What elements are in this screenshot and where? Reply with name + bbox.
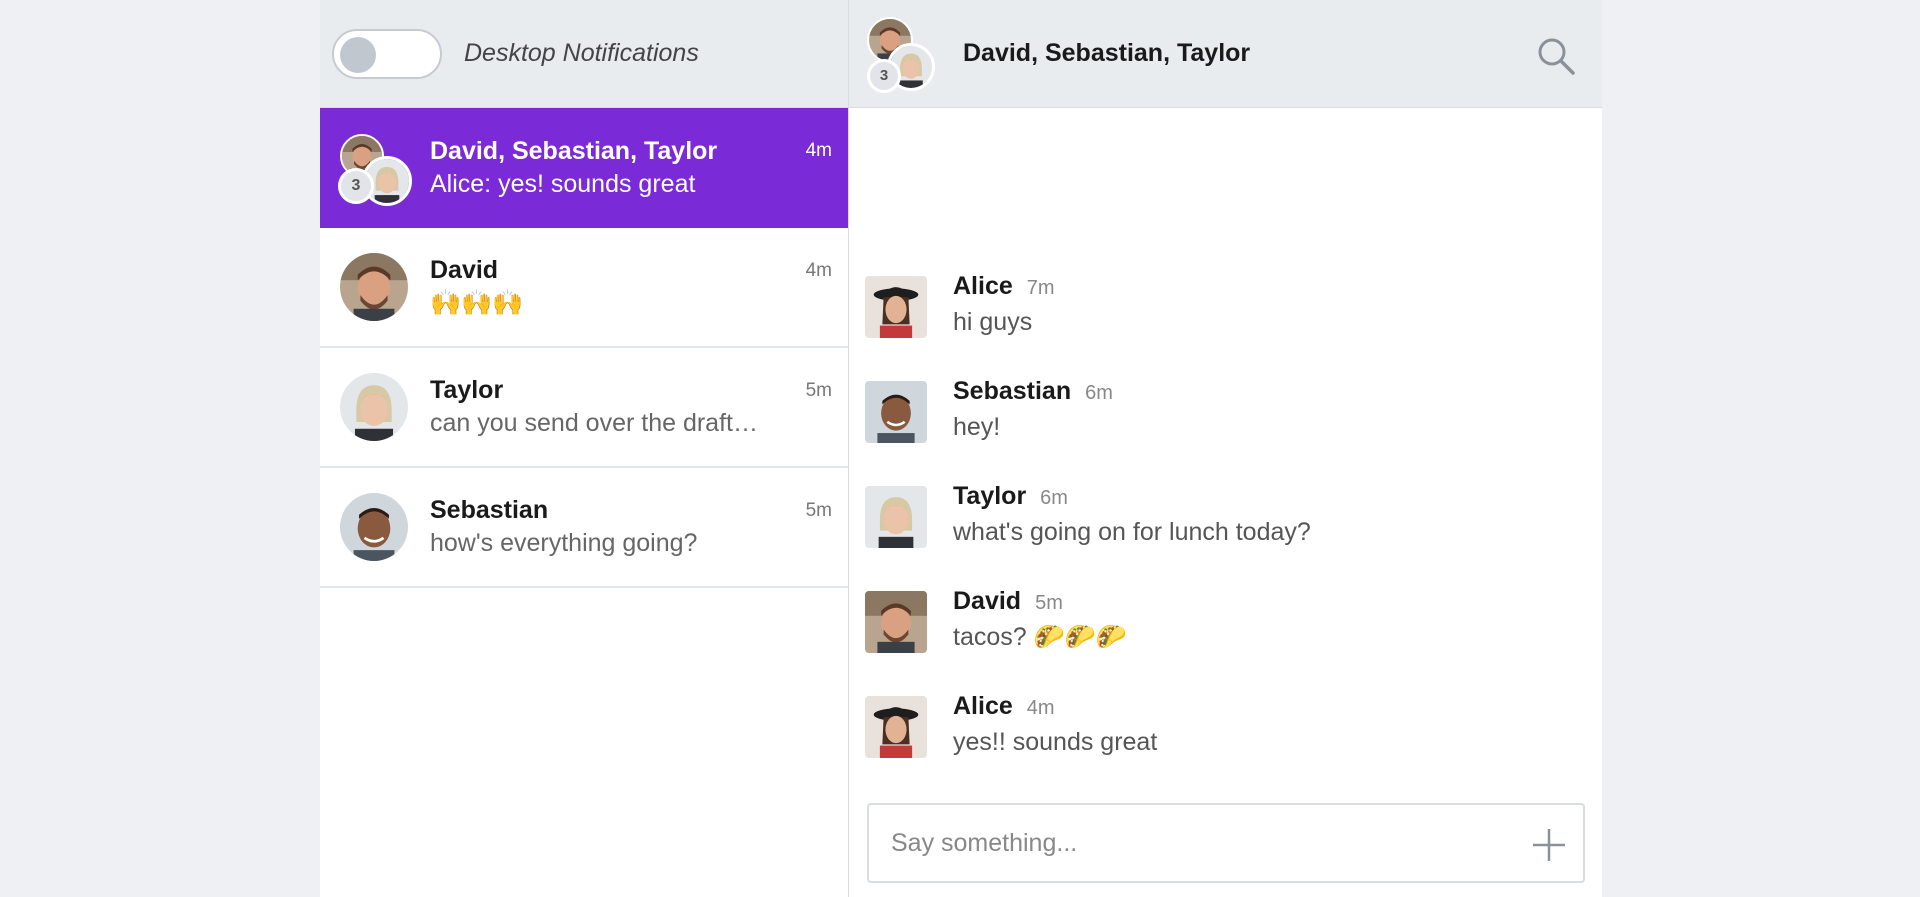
- search-icon[interactable]: [1536, 36, 1576, 76]
- chat-title: David, Sebastian, Taylor: [963, 39, 1251, 67]
- conversation-time: 5m: [805, 380, 832, 401]
- toggle-knob: [340, 36, 376, 73]
- chat-pane: 3 David, Sebastian, Taylor Alice 7m hi gu…: [849, 0, 1602, 897]
- conversation-item-sebastian[interactable]: Sebastian how's everything going? 5m: [320, 468, 848, 588]
- conversation-preview: how's everything going?: [430, 529, 698, 557]
- plus-icon[interactable]: [1529, 825, 1569, 865]
- conversation-name: David: [430, 256, 499, 284]
- avatar-taylor: [340, 373, 408, 441]
- avatar-taylor: [865, 486, 927, 548]
- message-item: Taylor 6m what's going on for lunch today…: [865, 478, 1602, 583]
- conversation-name: Taylor: [430, 376, 504, 404]
- notifications-toggle[interactable]: [332, 28, 442, 79]
- conversation-preview: Alice: yes! sounds great: [430, 170, 696, 198]
- message-text: what's going on for lunch today?: [953, 518, 1311, 546]
- conversation-item-david[interactable]: David 🙌🙌🙌 4m: [320, 228, 848, 348]
- message-input[interactable]: [889, 827, 1493, 859]
- message-item: Alice 4m yes!! sounds great: [865, 688, 1602, 793]
- avatar-david: [340, 253, 408, 321]
- conversation-sidebar: Desktop Notifications 3 David, Sebastian…: [320, 0, 849, 897]
- group-avatar: 3: [338, 134, 412, 206]
- messaging-app: Desktop Notifications 3 David, Sebastian…: [320, 0, 1602, 897]
- avatar-sebastian: [340, 493, 408, 561]
- message-composer: [867, 803, 1585, 883]
- message-text: hi guys: [953, 308, 1033, 336]
- avatar-david: [865, 591, 927, 653]
- message-author: Alice: [953, 272, 1013, 300]
- message-time: 6m: [1085, 382, 1113, 404]
- message-author: David: [953, 587, 1022, 615]
- conversation-name: David, Sebastian, Taylor: [430, 137, 718, 165]
- conversation-time: 4m: [805, 260, 832, 281]
- sidebar-header: Desktop Notifications: [320, 0, 848, 108]
- message-author: Taylor: [953, 482, 1027, 510]
- message-time: 7m: [1026, 277, 1055, 299]
- message-author: Sebastian: [953, 377, 1072, 405]
- chat-group-avatar: 3: [867, 16, 935, 93]
- member-count-badge: 3: [867, 58, 901, 93]
- message-item: Sebastian 6m hey!: [865, 373, 1602, 478]
- message-item: Alice 7m hi guys: [865, 268, 1602, 373]
- message-list: Alice 7m hi guys Sebastian 6m hey! Taylor 6…: [849, 268, 1602, 793]
- chat-header: 3 David, Sebastian, Taylor: [849, 0, 1602, 108]
- avatar-alice: [865, 696, 927, 758]
- conversation-name: Sebastian: [430, 496, 549, 524]
- message-item: David 5m tacos? 🌮🌮🌮: [865, 583, 1602, 688]
- message-time: 6m: [1040, 487, 1068, 509]
- member-count-badge: 3: [338, 168, 374, 204]
- conversation-preview: can you send over the drafts for …: [430, 409, 758, 437]
- conversation-item-taylor[interactable]: Taylor can you send over the drafts for …: [320, 348, 848, 468]
- message-text: hey!: [953, 413, 1001, 441]
- avatar-alice: [865, 276, 927, 338]
- message-text: tacos? 🌮🌮🌮: [953, 623, 1127, 651]
- conversation-time: 5m: [805, 500, 832, 521]
- conversation-time: 4m: [805, 140, 832, 161]
- notifications-label: Desktop Notifications: [464, 39, 699, 67]
- message-time: 4m: [1026, 697, 1055, 719]
- avatar-sebastian: [865, 381, 927, 443]
- conversation-item-group[interactable]: 3 David, Sebastian, Taylor Alice: yes! s…: [320, 108, 848, 228]
- conversation-preview: 🙌🙌🙌: [430, 289, 524, 317]
- message-author: Alice: [953, 692, 1013, 720]
- message-text: yes!! sounds great: [953, 728, 1158, 756]
- message-time: 5m: [1035, 592, 1063, 614]
